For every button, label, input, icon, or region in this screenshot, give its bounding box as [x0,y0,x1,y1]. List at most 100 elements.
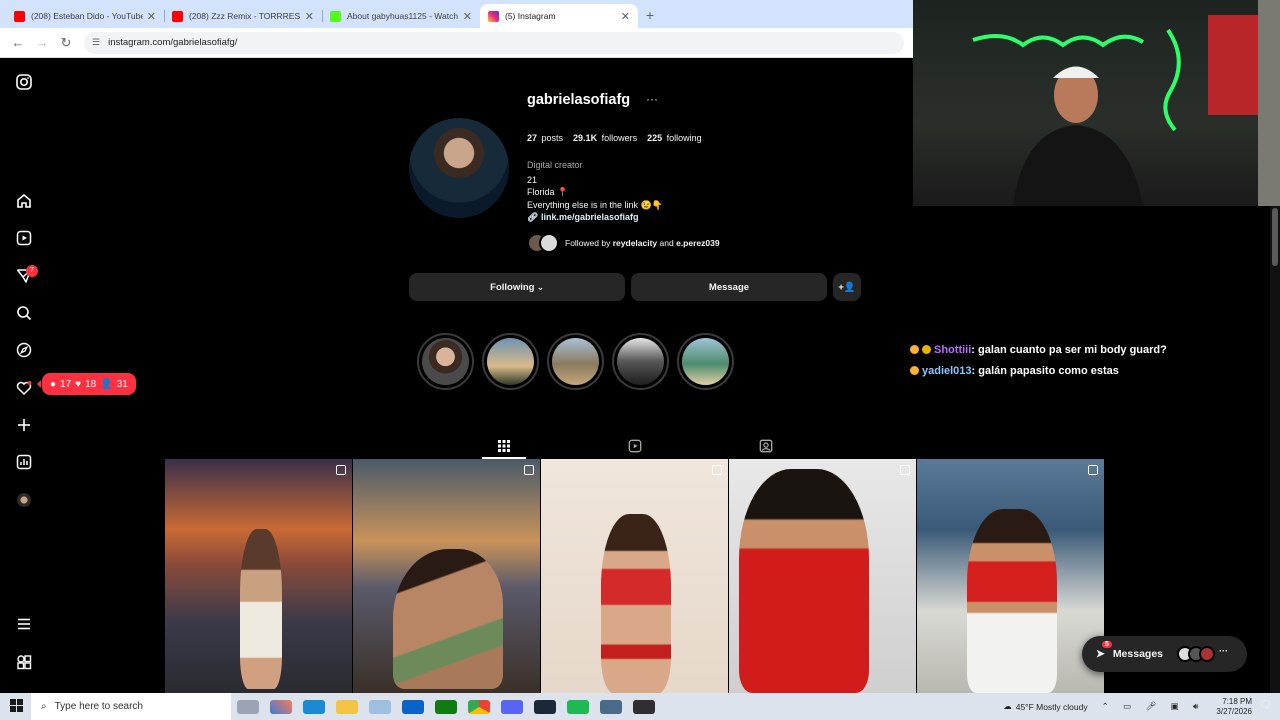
browser-tab-strip: (208) Esteban Dido - YouTube ✕ (208) Zzz … [0,0,913,28]
discord-icon[interactable] [500,699,523,714]
profile-content-tabs [165,432,1104,459]
outlook-icon[interactable] [401,699,424,714]
system-tray: ☁ 45°F Mostly cloudy ⌃ ▭ 🎤︎ ▣ 🔊︎ 7:18 PM… [1003,696,1252,717]
notifications-heart-icon[interactable] [14,378,34,398]
browser-tab[interactable]: (208) Zzz Remix - TORRRES x El...✕ [164,4,322,28]
carousel-icon [712,465,722,475]
reload-icon[interactable]: ↻ [54,35,78,51]
followed-by[interactable]: Followed by reydelacity and e.perez039 [527,233,720,253]
notifications-popup[interactable]: ● 17 ♥ 18 👤 31 [37,373,136,395]
steam-icon[interactable] [533,699,556,714]
messages-button[interactable]: ➤ 5 Messages ··· [1082,636,1247,672]
reels-icon[interactable] [14,228,34,248]
kick-favicon-icon [330,10,341,22]
forward-icon[interactable]: → [30,35,54,50]
reels-tab[interactable] [625,436,645,456]
highlight[interactable] [547,333,604,390]
chat-message: Shottiii: galan cuanto pa ser mi body gu… [910,340,1167,361]
following-count[interactable]: 225 following [647,133,702,143]
person-icon: 👤 [100,378,113,390]
options-icon[interactable]: ··· [646,92,658,106]
following-button[interactable]: Following ⌄ [409,273,625,301]
task-view-icon[interactable] [236,699,259,714]
notification-center-icon[interactable]: 🗨︎ [1259,700,1272,711]
highlight[interactable] [482,333,539,390]
more-menu-icon[interactable] [14,614,34,634]
copilot-icon[interactable] [269,699,292,714]
follower-avatar [539,233,559,253]
new-tab-icon[interactable]: + [638,7,662,23]
search-icon[interactable] [14,303,34,323]
bio-line: 21 [527,174,538,185]
store-icon[interactable] [368,699,391,714]
edge-icon[interactable] [302,699,325,714]
windows-start-icon[interactable] [10,699,23,717]
home-icon[interactable] [14,191,34,211]
profile-category: Digital creator [527,160,583,170]
post-thumbnail[interactable] [729,459,916,693]
create-icon[interactable] [14,415,34,435]
posts-count[interactable]: 27 posts [527,133,563,143]
youtube-favicon-icon [172,10,183,22]
taskbar-search-input[interactable]: ⌕ Type here to search [31,693,231,720]
chat-message: yadiel013: galán papasito como estas [910,361,1167,382]
profile-avatar[interactable] [14,490,34,510]
link-icon: 🔗︎ [527,212,539,222]
highlight[interactable] [417,333,474,390]
file-explorer-icon[interactable] [335,699,358,714]
scrollbar-thumb[interactable] [1272,208,1278,266]
back-icon[interactable]: ← [6,35,30,50]
page-scrollbar[interactable] [1270,206,1280,693]
chat-badge-icon [910,366,919,375]
chrome-icon[interactable] [467,699,490,714]
tagged-tab[interactable] [756,436,776,456]
browser-tab[interactable]: (208) Esteban Dido - YouTube ✕ [6,4,164,28]
also-from-meta-icon[interactable] [14,652,34,672]
webcam-overlay [913,0,1280,206]
followers-count[interactable]: 29.1K followers [573,133,637,143]
profile-avatar-large[interactable] [409,118,509,218]
posts-grid-tab[interactable] [494,436,514,456]
post-thumbnail[interactable] [165,459,352,693]
chat-badge-icon [910,345,919,354]
suggest-user-icon[interactable]: +👤 [833,273,861,301]
post-thumbnail[interactable] [353,459,540,693]
conversation-avatars: ··· [1177,646,1228,662]
obs-icon[interactable] [632,699,655,714]
post-thumbnail[interactable] [541,459,728,693]
profile-link[interactable]: 🔗︎ link.me/gabrielasofiafg [527,211,663,224]
profile-username: gabrielasofiafg [527,92,631,108]
site-settings-icon[interactable]: ☰ [92,37,100,48]
carousel-icon [336,465,346,475]
close-tab-icon[interactable]: ✕ [621,10,630,23]
browser-tab[interactable]: About gabyhuas1125 - Watch L...✕ [322,4,480,28]
explore-icon[interactable] [14,340,34,360]
close-tab-icon[interactable]: ✕ [463,10,472,23]
message-button[interactable]: Message [631,273,827,301]
post-thumbnail[interactable] [917,459,1104,693]
close-tab-icon[interactable]: ✕ [305,10,314,23]
address-bar: ← → ↻ ☰ instagram.com/gabrielasofiafg/ [0,28,913,58]
messages-badge: 5 [1102,641,1112,648]
url-input[interactable]: ☰ instagram.com/gabrielasofiafg/ [84,31,904,54]
youtube-favicon-icon [14,10,25,22]
messages-badge: 7 [26,265,38,277]
browser-tab-active[interactable]: (5) Instagram ✕ [480,4,638,28]
direct-messages-icon: ➤ 5 [1096,641,1112,660]
highlight[interactable] [677,333,734,390]
clock[interactable]: 7:18 PM 3/27/2026 [1216,697,1252,717]
xbox-icon[interactable] [434,699,457,714]
close-tab-icon[interactable]: ✕ [147,10,156,23]
profile-stats: 27 posts 29.1K followers 225 following [527,133,702,143]
profile-bio: Digital creator 21 Florida 📍 Everything … [527,159,663,224]
dashboard-icon[interactable] [14,452,34,472]
highlight[interactable] [612,333,669,390]
posts-grid [165,459,1104,693]
tray-icons[interactable]: ⌃ ▭ 🎤︎ ▣ 🔊︎ [1102,701,1205,712]
spotify-icon[interactable] [566,699,589,714]
weather-icon: ☁ [1003,701,1012,711]
chrome-profile-icon[interactable] [599,699,622,714]
chevron-down-icon: ⌄ [537,282,544,292]
stream-chat: Shottiii: galan cuanto pa ser mi body gu… [910,340,1167,382]
instagram-logo-icon[interactable] [14,72,34,92]
